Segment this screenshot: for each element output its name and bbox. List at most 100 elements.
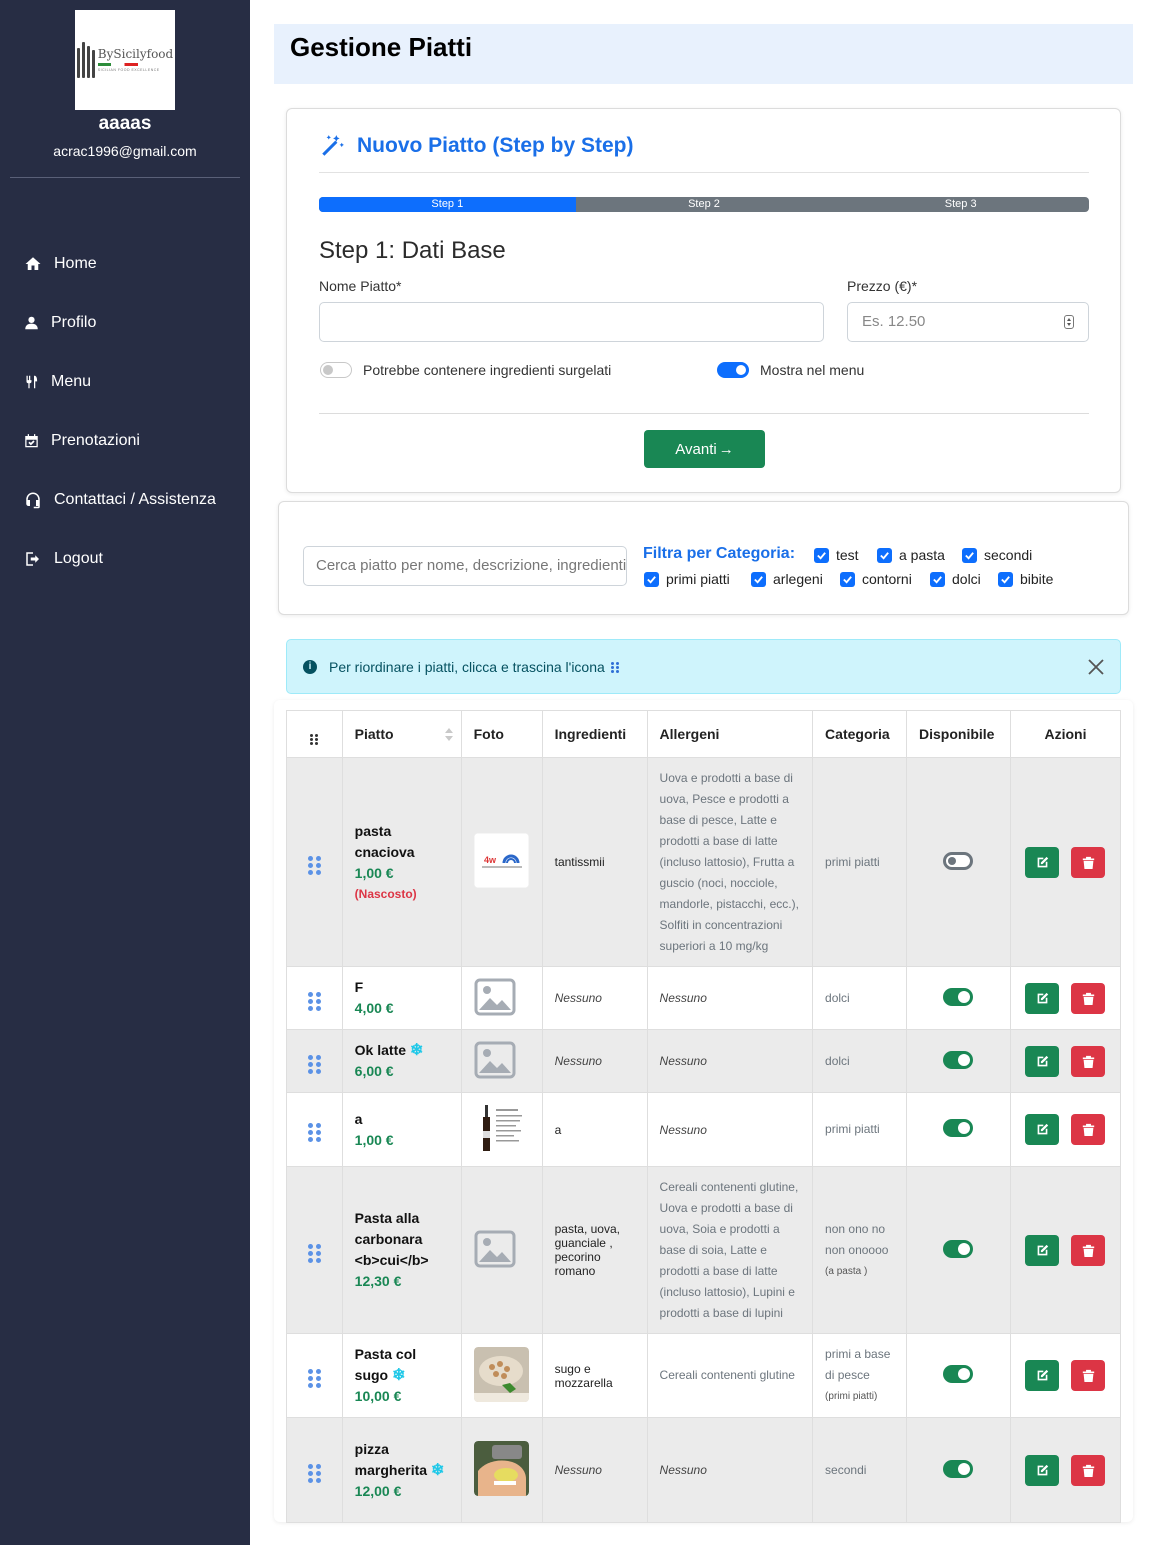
dish-ingredients: Nessuno (541, 1417, 648, 1523)
new-dish-wizard: Nuovo Piatto (Step by Step) Step 1 Step … (286, 108, 1121, 493)
drag-handle-icon[interactable] (307, 1243, 321, 1263)
availability-toggle[interactable] (943, 1050, 974, 1069)
delete-button[interactable] (1071, 1045, 1106, 1077)
sidebar-item-label: Contattaci / Assistenza (54, 491, 216, 508)
progress-step-3: Step 3 (944, 198, 977, 210)
drag-cell[interactable] (286, 1417, 343, 1523)
col-header-label: Piatto (354, 726, 394, 742)
drag-cell[interactable] (286, 757, 343, 967)
sort-icon[interactable] (444, 728, 453, 741)
sidebar-item-profilo[interactable]: Profilo (24, 314, 96, 332)
user-email: acrac1996@gmail.com (53, 143, 197, 159)
drag-cell[interactable] (286, 1092, 343, 1167)
edit-button[interactable] (1025, 1360, 1060, 1391)
delete-button[interactable] (1071, 1360, 1106, 1391)
category-checkbox-test[interactable]: test (814, 547, 859, 563)
edit-button[interactable] (1025, 1234, 1060, 1266)
dish-photo-cell (460, 1333, 543, 1418)
sidebar-item-label: Logout (54, 550, 103, 567)
category-checkbox-arlegeni[interactable]: arlegeni (751, 571, 823, 587)
drag-handle-icon[interactable] (307, 1054, 321, 1074)
availability-toggle[interactable] (943, 851, 974, 870)
availability-cell (906, 1092, 1011, 1167)
col-piatto[interactable]: Piatto (341, 710, 462, 758)
page-title: Gestione Piatti (290, 32, 473, 62)
drag-cell[interactable] (286, 1029, 343, 1093)
category-checkbox-bibite[interactable]: bibite (998, 571, 1053, 587)
drag-handle-icon[interactable] (307, 991, 321, 1011)
table-row: a 1,00 € a Nessuno primi piatti (286, 1092, 1122, 1167)
number-spinner-icon[interactable] (1064, 315, 1074, 329)
availability-cell (906, 757, 1011, 967)
delete-button[interactable] (1071, 982, 1106, 1014)
dish-name-input[interactable] (319, 302, 824, 342)
delete-button[interactable] (1071, 1114, 1106, 1145)
category-checkbox-dolci[interactable]: dolci (930, 571, 981, 587)
sidebar-item-label: Home (54, 255, 97, 272)
drag-handle-icon (310, 733, 319, 745)
drag-handle-icon[interactable] (307, 855, 321, 875)
category-checkbox-primi-piatti[interactable]: primi piatti (644, 571, 730, 587)
dish-price: 6,00 € (354, 1063, 394, 1079)
category-checkbox-a-pasta[interactable]: a pasta (877, 547, 945, 563)
edit-button[interactable] (1025, 1454, 1060, 1486)
drag-cell[interactable] (286, 966, 343, 1030)
edit-icon (1037, 1123, 1049, 1135)
availability-cell (906, 1029, 1011, 1093)
edit-button[interactable] (1025, 1114, 1060, 1145)
price-input[interactable]: Es. 12.50 (847, 302, 1089, 342)
drag-cell[interactable] (286, 1166, 343, 1334)
drag-cell[interactable] (286, 1333, 343, 1418)
dish-category-cell: primi a base di pesce (primi piatti) (812, 1333, 907, 1418)
availability-toggle[interactable] (943, 1119, 974, 1137)
sidebar-item-menu[interactable]: Menu (24, 373, 91, 391)
dish-photo-cell: 4w (460, 757, 543, 967)
col-azioni: Azioni (1009, 710, 1122, 758)
drag-handle-icon[interactable] (307, 1369, 321, 1388)
utensils-icon (26, 375, 38, 389)
dish-name: Ok latte (354, 1042, 407, 1058)
edit-button[interactable] (1025, 982, 1060, 1014)
edit-button[interactable] (1025, 1045, 1060, 1077)
dishes-table-card: Piatto Foto Ingredienti Allergeni Catego… (274, 700, 1133, 1523)
delete-button[interactable] (1071, 1454, 1106, 1486)
availability-toggle[interactable] (943, 1365, 974, 1383)
sidebar-item-home[interactable]: Home (24, 255, 97, 273)
drag-handle-icon[interactable] (307, 1123, 321, 1142)
dish-ingredients: pasta, uova, guanciale , pecorino romano (541, 1166, 648, 1334)
dish-photo (473, 1441, 529, 1496)
show-in-menu-toggle[interactable] (717, 362, 749, 378)
frozen-toggle[interactable] (320, 362, 352, 378)
divider (319, 172, 1089, 173)
dish-category: primi a base di pesce (825, 1347, 891, 1382)
image-placeholder-icon (474, 978, 516, 1015)
category-label: dolci (952, 571, 981, 587)
trash-icon (1082, 1055, 1095, 1068)
sidebar-item-prenotazioni[interactable]: Prenotazioni (24, 432, 140, 450)
delete-button[interactable] (1071, 1234, 1106, 1266)
table-row: F 4,00 € Nessuno Nessuno dolci (286, 966, 1122, 1030)
availability-toggle[interactable] (943, 1459, 974, 1478)
step-progress: Step 1 Step 2 Step 3 (319, 197, 1089, 212)
availability-toggle[interactable] (943, 1239, 974, 1258)
delete-button[interactable] (1071, 846, 1106, 878)
sidebar-item-logout[interactable]: Logout (24, 550, 103, 568)
dish-category-cell: primi piatti (812, 1092, 907, 1167)
category-checkbox-contorni[interactable]: contorni (840, 571, 912, 587)
availability-toggle[interactable] (943, 987, 974, 1006)
drag-handle-icon[interactable] (307, 1463, 321, 1483)
sidebar-item-contattaci[interactable]: Contattaci / Assistenza (24, 491, 216, 509)
dish-photo (473, 1100, 529, 1156)
edit-button[interactable] (1025, 846, 1060, 878)
dish-category-parent: (primi piatti) (825, 1391, 878, 1402)
next-button[interactable]: Avanti → (644, 430, 765, 468)
dish-category: primi piatti (825, 1122, 880, 1136)
dish-price: 1,00 € (354, 1131, 394, 1148)
edit-icon (1037, 992, 1049, 1003)
dish-price: 10,00 € (354, 1388, 402, 1404)
dish-search-input[interactable]: Cerca piatto per nome, descrizione, ingr… (303, 546, 627, 586)
trash-icon (1082, 1123, 1095, 1136)
category-checkbox-secondi[interactable]: secondi (962, 547, 1032, 563)
close-icon[interactable] (1086, 657, 1106, 677)
checkbox-checked-icon (751, 571, 766, 587)
